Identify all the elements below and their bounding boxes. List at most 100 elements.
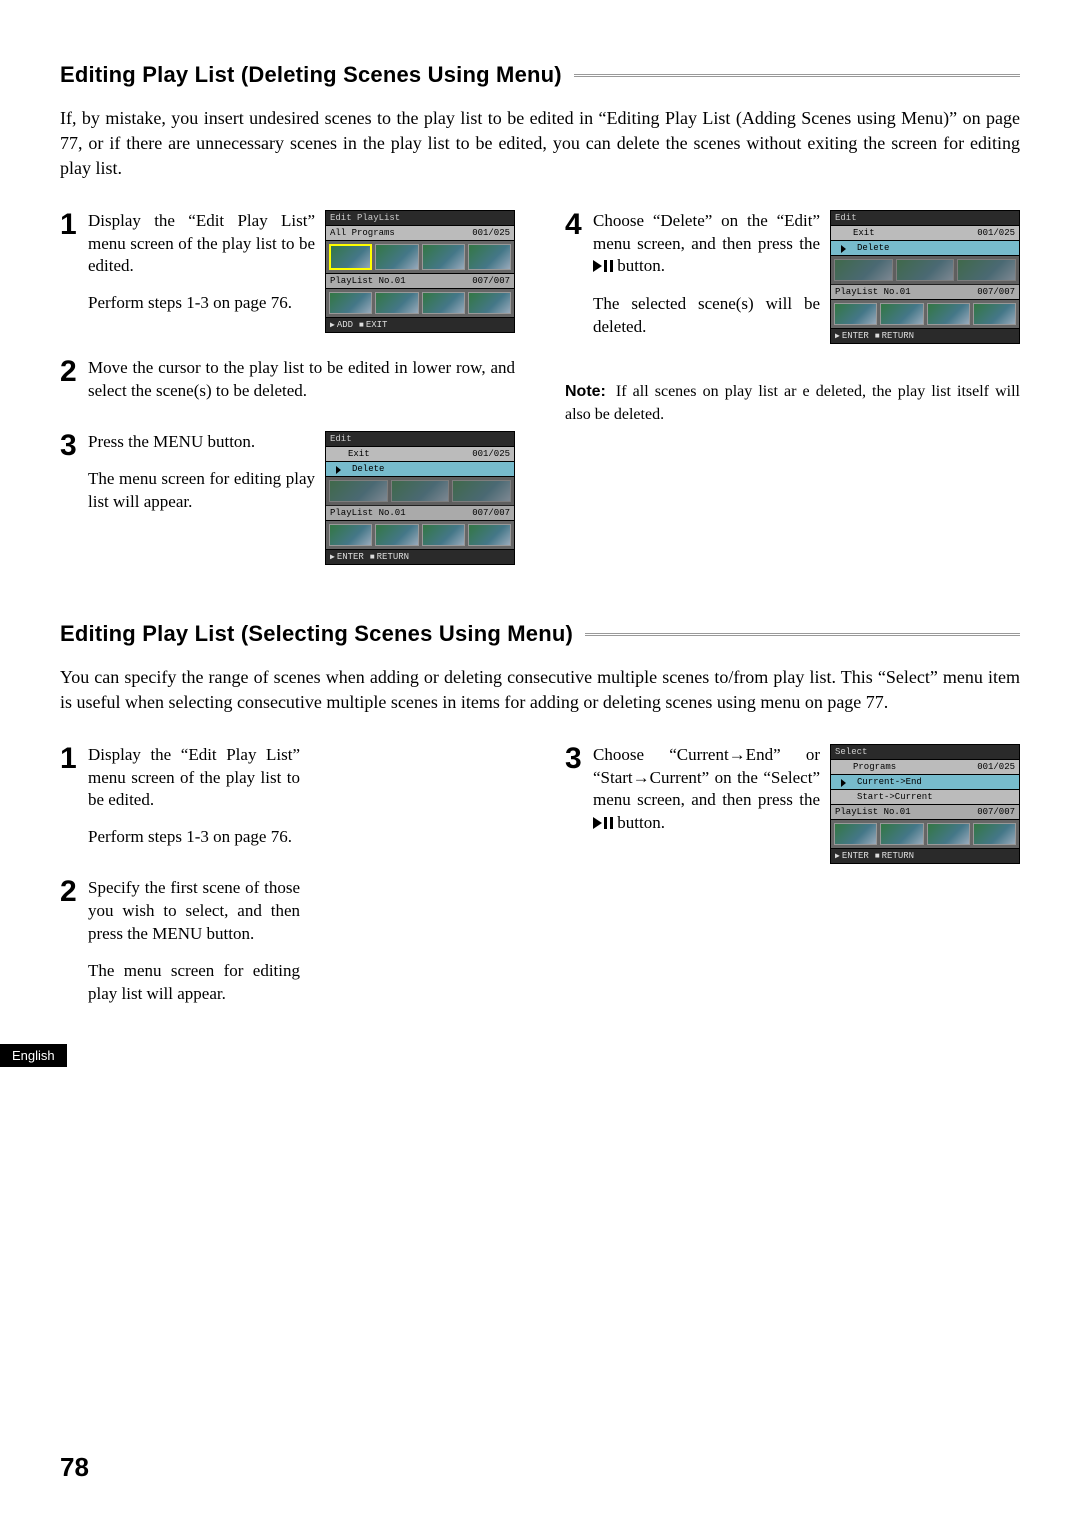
- heading-rule: [585, 633, 1020, 636]
- step4-p2: The selected scene(s) will be deleted.: [593, 293, 820, 339]
- figure-select-menu: Select Programs 001/025 Current->End Sta…: [830, 744, 1020, 864]
- step4-p1: Choose “Delete” on the “Edit” menu scree…: [593, 210, 820, 280]
- section-heading-selecting: Editing Play List (Selecting Scenes Usin…: [60, 621, 1020, 647]
- thumb: [973, 823, 1016, 845]
- thumb: [880, 823, 923, 845]
- step-number: 1: [60, 744, 82, 774]
- step3-p2: The menu screen for editing play list wi…: [88, 468, 315, 514]
- fig-current-end: Current->End: [831, 775, 1019, 790]
- figure-edit-playlist: Edit PlayList All Programs 001/025 PlayL…: [325, 210, 515, 333]
- fig-mid-count: 007/007: [468, 506, 514, 520]
- fig-title: Select: [831, 745, 1019, 760]
- fig-mid-count: 007/007: [973, 805, 1019, 819]
- s2-step3-p1b: button.: [613, 813, 665, 832]
- fig-exit: Exit: [326, 447, 468, 461]
- s2-step3-p1a: Choose “Current→End” or “Start→Current” …: [593, 745, 820, 810]
- step-number: 2: [60, 357, 82, 387]
- thumb: [468, 292, 511, 314]
- note: Note:If all scenes on play list ar e del…: [565, 381, 1020, 426]
- fig-foot-return: RETURN: [875, 331, 914, 341]
- s2-step2-p2: The menu screen for editing play list wi…: [88, 960, 300, 1006]
- thumb: [834, 259, 893, 281]
- heading-selecting: Editing Play List (Selecting Scenes Usin…: [60, 621, 573, 647]
- note-text: If all scenes on play list ar e deleted,…: [565, 383, 1020, 422]
- fig-mid-left: PlayList No.01: [831, 805, 973, 819]
- step-3: 3 Choose “Current→End” or “Start→Current…: [565, 744, 1020, 865]
- thumb: [880, 303, 923, 325]
- heading-deleting: Editing Play List (Deleting Scenes Using…: [60, 62, 562, 88]
- language-tab: English: [0, 1044, 67, 1067]
- play-pause-icon: [593, 256, 613, 279]
- step4-p1a: Choose “Delete” on the “Edit” menu scree…: [593, 211, 820, 253]
- fig-mid-count: 007/007: [468, 274, 514, 288]
- s2-step1-p1: Display the “Edit Play List” menu screen…: [88, 744, 300, 813]
- fig-title: Edit: [326, 432, 514, 447]
- thumb: [957, 259, 1016, 281]
- col-right: 4 Choose “Delete” on the “Edit” menu scr…: [565, 210, 1020, 580]
- fig-mid-left: PlayList No.01: [326, 506, 468, 520]
- figure-edit-menu: Edit Exit 001/025 Delete PlayList No.01 …: [325, 431, 515, 565]
- thumb: [834, 303, 877, 325]
- thumb: [834, 823, 877, 845]
- thumb: [422, 292, 465, 314]
- fig-delete: Delete: [326, 462, 514, 477]
- step-3: 3 Press the MENU button. The menu screen…: [60, 431, 515, 565]
- fig-foot-return: RETURN: [875, 851, 914, 861]
- fig-count: 001/025: [973, 760, 1019, 774]
- step-number: 1: [60, 210, 82, 240]
- thumb: [468, 524, 511, 546]
- thumb: [329, 244, 372, 270]
- col-left: 1 Display the “Edit Play List” menu scre…: [60, 210, 515, 580]
- step-2: 2 Move the cursor to the play list to be…: [60, 357, 515, 417]
- step3-p1: Press the MENU button.: [88, 431, 315, 454]
- intro-selecting: You can specify the range of scenes when…: [60, 665, 1020, 715]
- play-pause-icon: [593, 813, 613, 836]
- thumb: [927, 823, 970, 845]
- step4-p1b: button.: [613, 256, 665, 275]
- thumb: [927, 303, 970, 325]
- step-2: 2 Specify the first scene of those you w…: [60, 877, 300, 1020]
- step-4: 4 Choose “Delete” on the “Edit” menu scr…: [565, 210, 1020, 368]
- step1-p1: Display the “Edit Play List” menu screen…: [88, 210, 315, 279]
- col-right: 3 Choose “Current→End” or “Start→Current…: [565, 744, 1020, 1034]
- s2-step3-p1: Choose “Current→End” or “Start→Current” …: [593, 744, 820, 837]
- thumb: [375, 244, 418, 270]
- thumb: [422, 524, 465, 546]
- fig-delete: Delete: [831, 241, 1019, 256]
- figure-edit-delete: Edit Exit 001/025 Delete PlayList No.01 …: [830, 210, 1020, 344]
- fig-mid-left: PlayList No.01: [326, 274, 468, 288]
- step2-p1: Move the cursor to the play list to be e…: [88, 357, 515, 403]
- step-number: 3: [565, 744, 587, 774]
- fig-foot-add: ADD: [330, 320, 353, 330]
- fig-count: 001/025: [468, 447, 514, 461]
- col-left: 1 Display the “Edit Play List” menu scre…: [60, 744, 515, 1034]
- fig-count: 001/025: [973, 226, 1019, 240]
- fig-start-current: Start->Current: [831, 790, 1019, 805]
- fig-row-all-count: 001/025: [468, 226, 514, 240]
- step-1: 1 Display the “Edit Play List” menu scre…: [60, 210, 515, 344]
- fig-foot-exit: EXIT: [359, 320, 387, 330]
- fig-programs: Programs: [831, 760, 973, 774]
- fig-foot-enter: ENTER: [330, 552, 364, 562]
- thumb: [452, 480, 511, 502]
- note-label: Note:: [565, 383, 606, 400]
- step-number: 3: [60, 431, 82, 461]
- step-1: 1 Display the “Edit Play List” menu scre…: [60, 744, 300, 864]
- page-number: 78: [60, 1452, 89, 1483]
- fig-title: Edit: [831, 211, 1019, 226]
- section-heading-deleting: Editing Play List (Deleting Scenes Using…: [60, 62, 1020, 88]
- fig-foot-return: RETURN: [370, 552, 409, 562]
- step1-p2: Perform steps 1-3 on page 76.: [88, 292, 315, 315]
- fig-row-all: All Programs: [326, 226, 468, 240]
- columns-selecting: 1 Display the “Edit Play List” menu scre…: [60, 744, 1020, 1034]
- thumb: [896, 259, 955, 281]
- thumb: [375, 524, 418, 546]
- fig-foot-enter: ENTER: [835, 851, 869, 861]
- thumb: [468, 244, 511, 270]
- thumb: [973, 303, 1016, 325]
- step-number: 2: [60, 877, 82, 907]
- step-number: 4: [565, 210, 587, 240]
- fig-mid-count: 007/007: [973, 285, 1019, 299]
- thumb: [329, 480, 388, 502]
- intro-deleting: If, by mistake, you insert undesired sce…: [60, 106, 1020, 182]
